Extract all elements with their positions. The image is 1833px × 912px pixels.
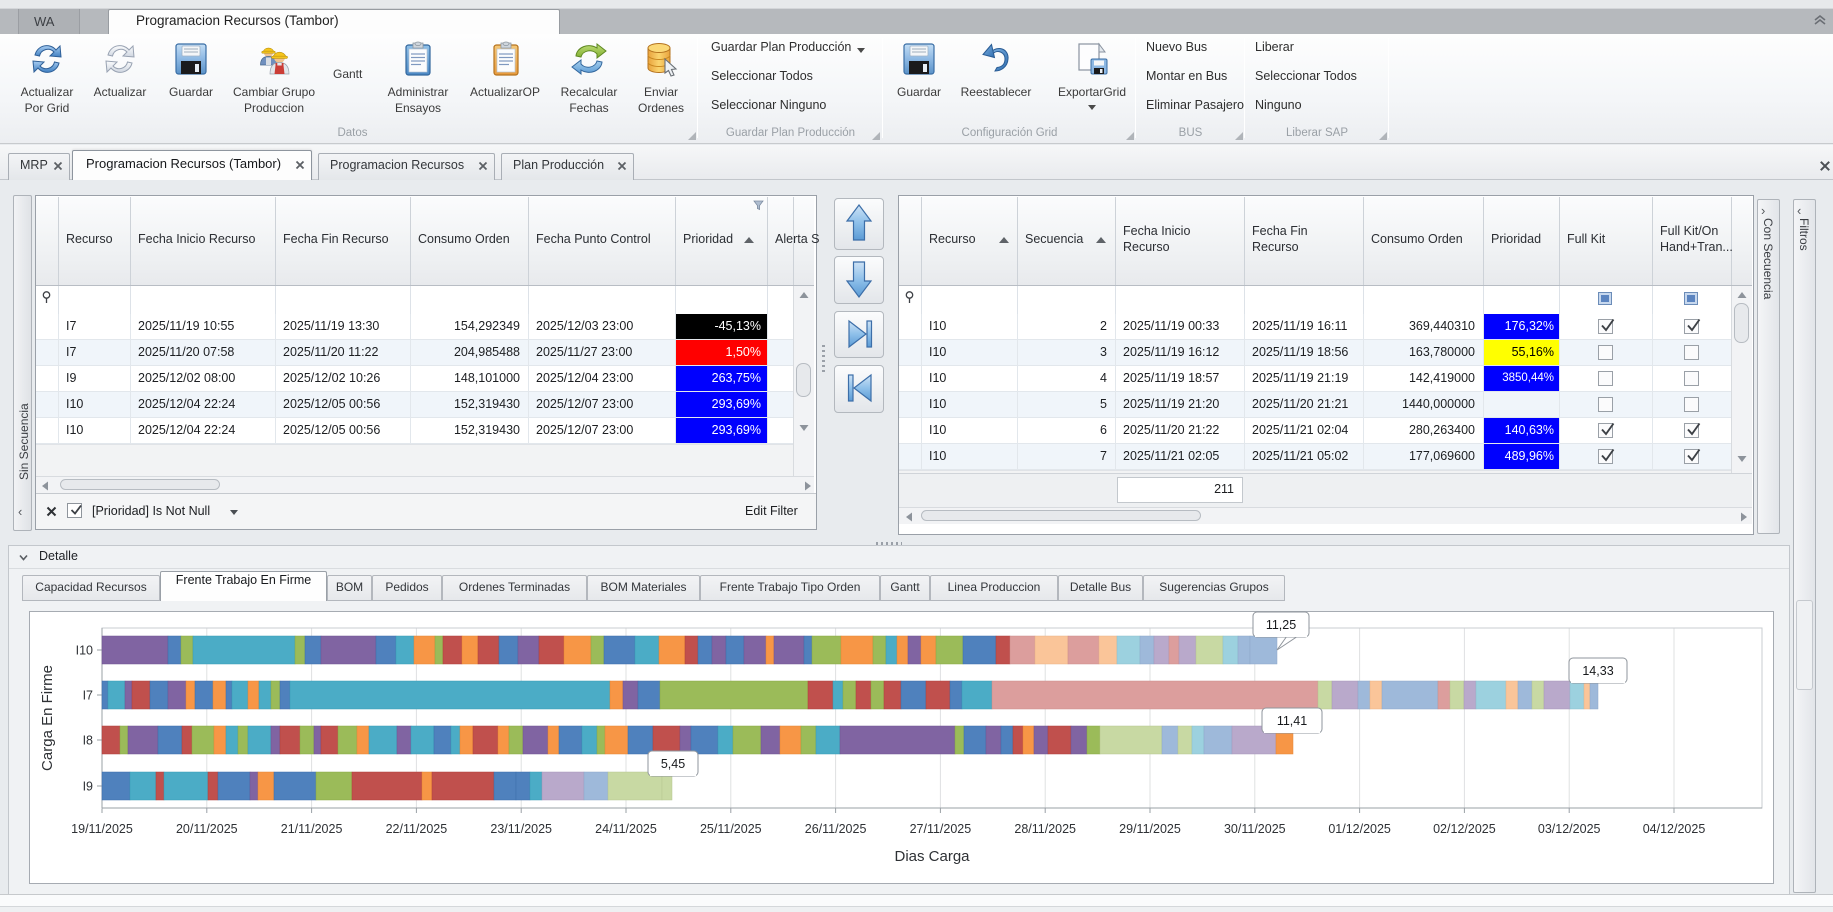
svg-text:I8: I8: [83, 734, 93, 748]
svg-text:04/12/2025: 04/12/2025: [1643, 822, 1706, 836]
svg-text:27/11/2025: 27/11/2025: [910, 822, 972, 836]
svg-text:25/11/2025: 25/11/2025: [700, 822, 762, 836]
svg-text:26/11/2025: 26/11/2025: [805, 822, 867, 836]
svg-text:28/11/2025: 28/11/2025: [1014, 822, 1076, 836]
svg-text:19/11/2025: 19/11/2025: [71, 822, 133, 836]
svg-text:03/12/2025: 03/12/2025: [1538, 822, 1601, 836]
svg-text:01/12/2025: 01/12/2025: [1328, 822, 1391, 836]
svg-text:24/11/2025: 24/11/2025: [595, 822, 657, 836]
svg-text:20/11/2025: 20/11/2025: [176, 822, 238, 836]
svg-text:Carga En Firme: Carga En Firme: [39, 665, 56, 771]
svg-text:11,41: 11,41: [1277, 714, 1307, 728]
svg-text:30/11/2025: 30/11/2025: [1224, 822, 1286, 836]
svg-text:02/12/2025: 02/12/2025: [1433, 822, 1496, 836]
svg-text:I9: I9: [83, 780, 93, 794]
svg-text:21/11/2025: 21/11/2025: [281, 822, 343, 836]
svg-text:29/11/2025: 29/11/2025: [1119, 822, 1181, 836]
svg-text:23/11/2025: 23/11/2025: [490, 822, 552, 836]
svg-text:I10: I10: [76, 644, 93, 658]
svg-text:Dias Carga: Dias Carga: [894, 848, 970, 865]
svg-text:11,25: 11,25: [1266, 618, 1296, 632]
svg-text:5,45: 5,45: [661, 757, 685, 771]
svg-text:14,33: 14,33: [1582, 664, 1613, 678]
svg-text:22/11/2025: 22/11/2025: [386, 822, 448, 836]
svg-text:I7: I7: [83, 689, 93, 703]
